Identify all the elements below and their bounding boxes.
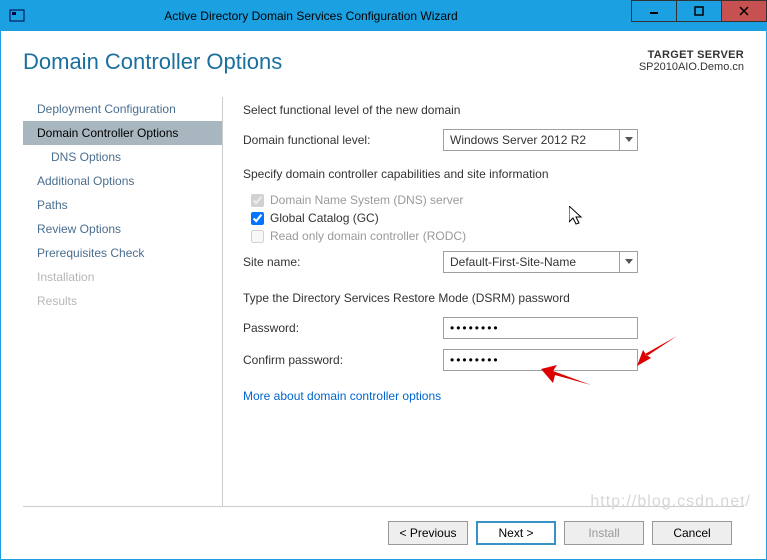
- rodc-checkbox: Read only domain controller (RODC): [251, 229, 734, 243]
- rodc-checkbox-input: [251, 230, 264, 243]
- previous-button[interactable]: < Previous: [388, 521, 468, 545]
- functional-level-label: Domain functional level:: [243, 133, 443, 147]
- sidebar-item-dc-options[interactable]: Domain Controller Options: [23, 121, 222, 145]
- window-title: Active Directory Domain Services Configu…: [0, 9, 631, 23]
- target-server-label: TARGET SERVER: [639, 49, 744, 61]
- cancel-button[interactable]: Cancel: [652, 521, 732, 545]
- sidebar-item-prereq-check[interactable]: Prerequisites Check: [23, 241, 222, 265]
- dns-checkbox: Domain Name System (DNS) server: [251, 193, 734, 207]
- minimize-button[interactable]: [631, 0, 677, 22]
- sidebar-item-results: Results: [23, 289, 222, 313]
- site-name-label: Site name:: [243, 255, 443, 269]
- next-button[interactable]: Next >: [476, 521, 556, 545]
- site-name-value: Default-First-Site-Name: [450, 255, 576, 269]
- wizard-sidebar: Deployment Configuration Domain Controll…: [23, 97, 223, 506]
- site-name-select[interactable]: Default-First-Site-Name: [443, 251, 638, 273]
- sidebar-item-additional-options[interactable]: Additional Options: [23, 169, 222, 193]
- chevron-down-icon: [619, 130, 637, 150]
- maximize-button[interactable]: [676, 0, 722, 22]
- confirm-password-input[interactable]: [443, 349, 638, 371]
- chevron-down-icon: [619, 252, 637, 272]
- password-label: Password:: [243, 321, 443, 335]
- sidebar-item-paths[interactable]: Paths: [23, 193, 222, 217]
- page-title: Domain Controller Options: [23, 49, 282, 75]
- target-server-block: TARGET SERVER SP2010AIO.Demo.cn: [639, 49, 744, 73]
- sidebar-item-review-options[interactable]: Review Options: [23, 217, 222, 241]
- dns-checkbox-input: [251, 194, 264, 207]
- target-server-value: SP2010AIO.Demo.cn: [639, 61, 744, 73]
- install-button: Install: [564, 521, 644, 545]
- sidebar-item-deployment-config[interactable]: Deployment Configuration: [23, 97, 222, 121]
- capabilities-title: Specify domain controller capabilities a…: [243, 167, 734, 181]
- dsrm-title: Type the Directory Services Restore Mode…: [243, 291, 734, 305]
- password-input[interactable]: [443, 317, 638, 339]
- gc-checkbox-input[interactable]: [251, 212, 264, 225]
- gc-checkbox[interactable]: Global Catalog (GC): [251, 211, 734, 225]
- functional-level-select[interactable]: Windows Server 2012 R2: [443, 129, 638, 151]
- confirm-password-label: Confirm password:: [243, 353, 443, 367]
- functional-level-title: Select functional level of the new domai…: [243, 103, 734, 117]
- more-info-link[interactable]: More about domain controller options: [243, 389, 734, 403]
- functional-level-value: Windows Server 2012 R2: [450, 133, 586, 147]
- close-button[interactable]: [721, 0, 767, 22]
- sidebar-item-dns-options[interactable]: DNS Options: [23, 145, 222, 169]
- sidebar-item-installation: Installation: [23, 265, 222, 289]
